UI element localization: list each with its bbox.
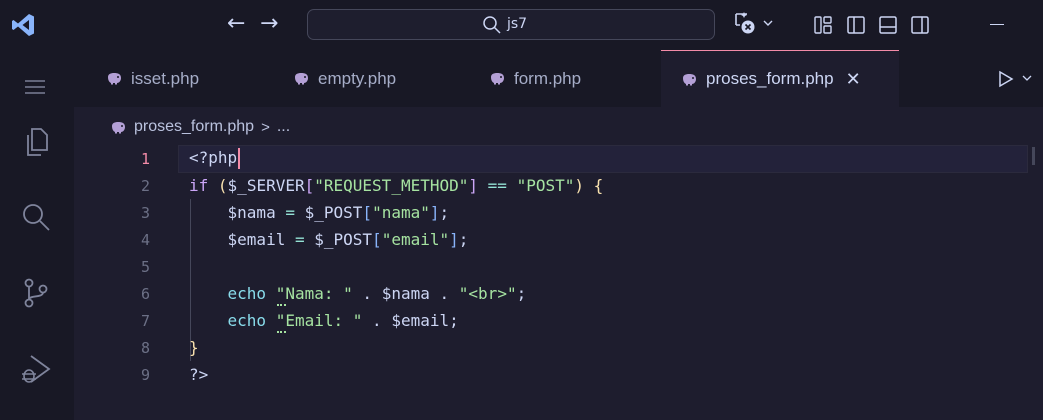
code-text: } xyxy=(189,338,199,357)
customize-layout-icon[interactable] xyxy=(813,15,833,35)
arrow-right-icon[interactable]: → xyxy=(260,12,278,36)
code-text: $email = $_POST["email"]; xyxy=(227,230,469,249)
command-center-search[interactable]: js7 xyxy=(307,9,715,40)
explorer-icon[interactable] xyxy=(19,125,53,159)
php-file-icon xyxy=(295,73,308,85)
code-text: echo "Email: " . $email; xyxy=(227,311,459,330)
text-cursor xyxy=(238,148,241,169)
php-file-icon xyxy=(108,73,121,85)
code-line[interactable]: 3 $nama = $_POST["nama"]; xyxy=(74,199,1014,226)
arrow-left-icon[interactable]: ← xyxy=(227,12,245,36)
breadcrumb-file[interactable]: proses_form.php xyxy=(134,118,254,136)
tab-form-php[interactable]: form.php xyxy=(489,50,581,107)
code-line[interactable]: 2 if ($_SERVER["REQUEST_METHOD"] == "POS… xyxy=(74,172,1014,199)
breadcrumb: proses_form.php > ... xyxy=(110,115,290,139)
run-file-icon[interactable] xyxy=(998,70,1014,88)
title-bar: ← → js7 xyxy=(0,0,1043,50)
search-icon[interactable] xyxy=(19,200,53,234)
breadcrumb-symbol[interactable]: ... xyxy=(277,118,290,136)
search-icon xyxy=(483,16,501,34)
code-text: echo "Nama: " . $nama . "<br>"; xyxy=(227,284,527,303)
toggle-primary-sidebar-icon[interactable] xyxy=(846,15,866,35)
code-line[interactable]: 7 echo "Email: " . $email; xyxy=(74,307,1014,334)
toggle-panel-icon[interactable] xyxy=(878,15,898,35)
breadcrumb-separator: > xyxy=(261,118,270,136)
line-number: 6 xyxy=(140,284,150,303)
copilot-icon[interactable] xyxy=(733,11,757,37)
code-editor[interactable]: 1 <?php 2 if ($_SERVER["REQUEST_METHOD"]… xyxy=(74,145,1043,420)
line-number: 3 xyxy=(140,203,150,222)
line-number: 5 xyxy=(140,257,150,276)
tab-label: empty.php xyxy=(318,68,397,88)
editor-tab-bar: isset.php empty.php form.php proses_form… xyxy=(74,50,1043,107)
tab-isset-php[interactable]: isset.php xyxy=(106,50,199,107)
line-number: 2 xyxy=(140,176,150,195)
line-number: 4 xyxy=(140,230,150,249)
php-file-icon xyxy=(491,73,504,85)
tab-label: isset.php xyxy=(131,68,200,88)
line-number: 9 xyxy=(140,365,150,384)
chevron-down-icon[interactable] xyxy=(1022,74,1032,82)
chevron-down-icon[interactable] xyxy=(762,18,774,28)
line-number: 8 xyxy=(140,338,150,357)
code-line[interactable]: 8 } xyxy=(74,334,1014,361)
code-line[interactable]: 9 ?> xyxy=(74,361,1014,388)
scrollbar[interactable] xyxy=(1032,147,1035,165)
code-line[interactable]: 5 xyxy=(74,253,1014,280)
command-center-text: js7 xyxy=(507,16,528,32)
activity-bar xyxy=(0,50,74,420)
code-text: <?php xyxy=(189,148,241,169)
php-file-icon xyxy=(683,73,696,85)
code-line[interactable]: 1 <?php xyxy=(74,145,1014,172)
tab-proses-form-php[interactable]: proses_form.php ✕ xyxy=(661,50,899,107)
code-text: if ($_SERVER["REQUEST_METHOD"] == "POST"… xyxy=(189,176,604,195)
run-debug-icon[interactable] xyxy=(19,352,53,386)
vscode-logo-icon[interactable] xyxy=(10,12,36,38)
php-file-icon xyxy=(112,121,125,133)
tab-label: form.php xyxy=(514,68,582,88)
minimize-icon[interactable] xyxy=(990,24,1004,25)
toggle-secondary-sidebar-icon[interactable] xyxy=(910,15,930,35)
menu-icon[interactable] xyxy=(23,76,47,98)
tab-empty-php[interactable]: empty.php xyxy=(293,50,396,107)
line-number: 7 xyxy=(140,311,150,330)
code-text: $nama = $_POST["nama"]; xyxy=(227,203,450,222)
code-line[interactable]: 6 echo "Nama: " . $nama . "<br>"; xyxy=(74,280,1014,307)
code-text: ?> xyxy=(189,365,209,384)
code-line[interactable]: 4 $email = $_POST["email"]; xyxy=(74,226,1014,253)
tab-label: proses_form.php xyxy=(706,69,834,88)
source-control-icon[interactable] xyxy=(19,276,53,310)
line-number: 1 xyxy=(140,149,150,168)
close-icon[interactable]: ✕ xyxy=(846,69,861,90)
